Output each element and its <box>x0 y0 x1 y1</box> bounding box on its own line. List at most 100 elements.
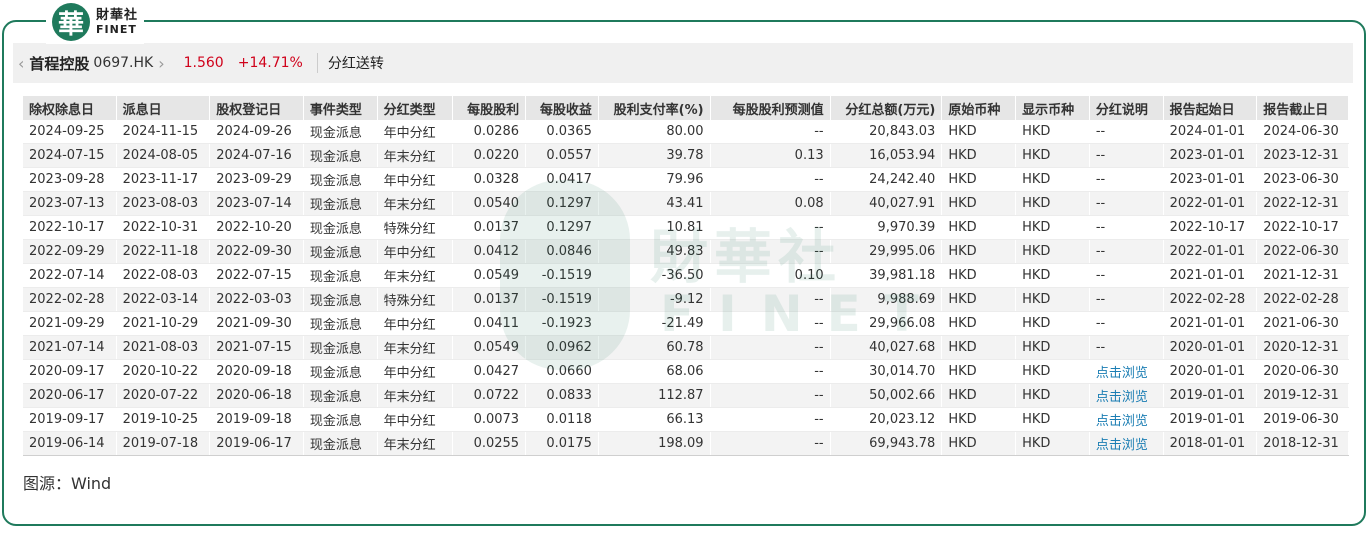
cell-dps: 0.0411 <box>452 311 527 336</box>
cell-dividend-note: -- <box>1089 120 1164 144</box>
cell-ex-date: 2021-09-29 <box>23 311 117 336</box>
cell-report-end: 2021-06-30 <box>1256 311 1349 336</box>
cell-dps-forecast: -- <box>710 383 831 408</box>
cell-record-date: 2024-07-16 <box>209 143 304 168</box>
cell-record-date: 2020-09-18 <box>209 359 304 384</box>
cell-dividend-note: -- <box>1089 215 1164 240</box>
cell-dps-forecast: -- <box>710 215 831 240</box>
stock-code: 0697.HK <box>93 55 154 71</box>
cell-total-dividend: 9,988.69 <box>830 287 943 312</box>
cell-display-currency: HKD <box>1015 287 1090 312</box>
cell-orig-currency: HKD <box>941 383 1017 408</box>
cell-orig-currency: HKD <box>941 287 1017 312</box>
header-divider <box>316 53 318 73</box>
cell-display-currency: HKD <box>1015 431 1090 456</box>
cell-dps-forecast: -- <box>710 120 831 144</box>
cell-dividend-type: 年中分红 <box>377 239 454 264</box>
cell-orig-currency: HKD <box>941 143 1017 168</box>
cell-eps: -0.1519 <box>525 287 599 312</box>
cell-payout-ratio: 112.87 <box>598 383 711 408</box>
cell-pay-date: 2020-07-22 <box>116 383 211 408</box>
cell-dividend-type: 年末分红 <box>377 191 454 216</box>
cell-dps: 0.0549 <box>452 335 527 360</box>
cell-total-dividend: 16,053.94 <box>830 143 943 168</box>
cell-event-type: 现金派息 <box>303 167 378 192</box>
cell-dividend-note: -- <box>1089 167 1164 192</box>
column-header-pay-date: 派息日 <box>116 96 211 120</box>
cell-orig-currency: HKD <box>941 359 1017 384</box>
cell-report-end: 2019-12-31 <box>1256 383 1349 408</box>
dividend-note-link[interactable]: 点击浏览 <box>1089 359 1164 384</box>
cell-orig-currency: HKD <box>941 191 1017 216</box>
cell-dps: 0.0328 <box>452 167 527 192</box>
cell-pay-date: 2021-10-29 <box>116 311 211 336</box>
dividend-note-link[interactable]: 点击浏览 <box>1089 431 1164 456</box>
column-header-event-type: 事件类型 <box>303 96 378 120</box>
cell-record-date: 2022-07-15 <box>209 263 304 288</box>
cell-payout-ratio: 68.06 <box>598 359 711 384</box>
cell-display-currency: HKD <box>1015 335 1090 360</box>
cell-display-currency: HKD <box>1015 359 1090 384</box>
cell-eps: 0.1297 <box>525 191 599 216</box>
cell-report-start: 2024-01-01 <box>1163 120 1258 144</box>
cell-orig-currency: HKD <box>941 239 1017 264</box>
cell-record-date: 2022-03-03 <box>209 287 304 312</box>
column-header-report-end: 报告截止日 <box>1256 96 1349 120</box>
cell-eps: 0.0846 <box>525 239 599 264</box>
cell-record-date: 2022-09-30 <box>209 239 304 264</box>
cell-ex-date: 2024-09-25 <box>23 120 117 144</box>
dividend-note-link[interactable]: 点击浏览 <box>1089 407 1164 432</box>
cell-dividend-type: 特殊分红 <box>377 215 454 240</box>
cell-report-end: 2022-10-17 <box>1256 215 1349 240</box>
cell-report-start: 2022-02-28 <box>1163 287 1258 312</box>
table-row: 2024-07-15 2024-08-05 2024-07-16 现金派息 年末分红 0.… <box>23 143 1349 168</box>
tab-dividend[interactable]: 分红送转 <box>328 53 384 73</box>
cell-dps-forecast: 0.08 <box>710 191 831 216</box>
cell-dps: 0.0722 <box>452 383 527 408</box>
cell-orig-currency: HKD <box>941 407 1017 432</box>
source-caption: 图源：Wind <box>23 474 112 493</box>
cell-report-end: 2024-06-30 <box>1256 120 1349 144</box>
cell-payout-ratio: -21.49 <box>598 311 711 336</box>
table-row: 2021-09-29 2021-10-29 2021-09-30 现金派息 年中分红 0.… <box>23 311 1349 336</box>
stock-header: ‹ 首程控股 0697.HK › 1.560 +14.71% 分红送转 <box>13 43 1353 83</box>
cell-eps: 0.0557 <box>525 143 599 168</box>
cell-ex-date: 2024-07-15 <box>23 143 117 168</box>
cell-pay-date: 2024-08-05 <box>116 143 211 168</box>
column-header-display-currency: 显示币种 <box>1015 96 1090 120</box>
cell-event-type: 现金派息 <box>303 359 378 384</box>
cell-dividend-note: -- <box>1089 335 1164 360</box>
cell-total-dividend: 50,002.66 <box>830 383 943 408</box>
cell-eps: 0.0118 <box>525 407 599 432</box>
cell-display-currency: HKD <box>1015 191 1090 216</box>
cell-ex-date: 2020-06-17 <box>23 383 117 408</box>
finet-logo: 華 財華社 FINET <box>46 0 145 44</box>
dividend-table-wrap: 除权除息日 派息日 股权登记日 事件类型 分红类型 每股股利 每股收益 股利支付率(%) 每股股… <box>23 96 1349 456</box>
cell-dps-forecast: 0.13 <box>710 143 831 168</box>
cell-ex-date: 2019-09-17 <box>23 407 117 432</box>
cell-display-currency: HKD <box>1015 143 1090 168</box>
cell-display-currency: HKD <box>1015 407 1090 432</box>
cell-pay-date: 2019-07-18 <box>116 431 211 456</box>
cell-dividend-type: 年末分红 <box>377 431 454 456</box>
cell-pay-date: 2023-08-03 <box>116 191 211 216</box>
table-header-row: 除权除息日 派息日 股权登记日 事件类型 分红类型 每股股利 每股收益 股利支付率(%) 每股股… <box>23 96 1349 120</box>
chevron-left-icon[interactable]: ‹ <box>13 54 29 73</box>
cell-payout-ratio: 80.00 <box>598 120 711 144</box>
cell-payout-ratio: 49.83 <box>598 239 711 264</box>
chevron-right-icon[interactable]: › <box>153 54 169 73</box>
cell-orig-currency: HKD <box>941 311 1017 336</box>
cell-event-type: 现金派息 <box>303 120 378 144</box>
cell-total-dividend: 30,014.70 <box>830 359 943 384</box>
table-row: 2021-07-14 2021-08-03 2021-07-15 现金派息 年末分红 0.… <box>23 335 1349 360</box>
stock-name[interactable]: 首程控股 <box>29 53 89 74</box>
dividend-table: 除权除息日 派息日 股权登记日 事件类型 分红类型 每股股利 每股收益 股利支付率(%) 每股股… <box>23 96 1349 456</box>
cell-event-type: 现金派息 <box>303 191 378 216</box>
cell-record-date: 2020-06-18 <box>209 383 304 408</box>
cell-dps-forecast: -- <box>710 359 831 384</box>
cell-dps-forecast: -- <box>710 431 831 456</box>
column-header-report-start: 报告起始日 <box>1163 96 1258 120</box>
cell-report-end: 2020-06-30 <box>1256 359 1349 384</box>
dividend-note-link[interactable]: 点击浏览 <box>1089 383 1164 408</box>
cell-total-dividend: 24,242.40 <box>830 167 943 192</box>
